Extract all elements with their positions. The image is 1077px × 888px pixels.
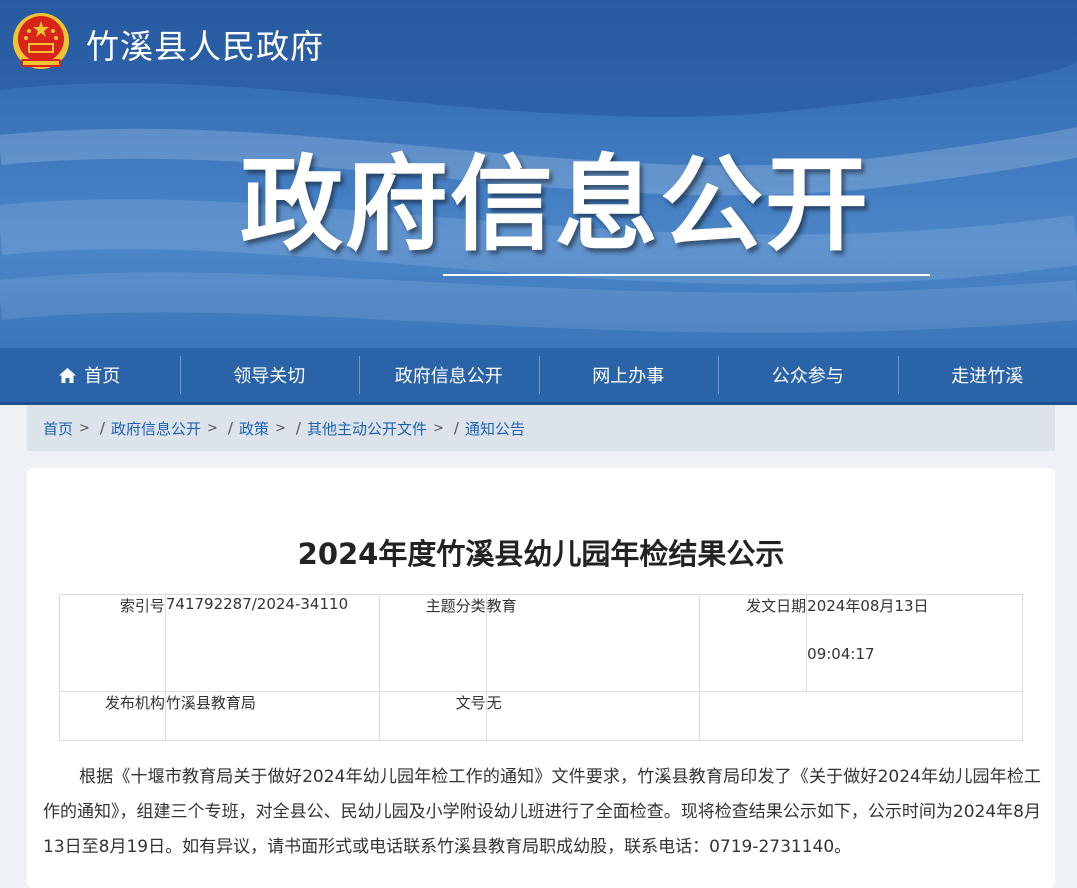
site-name: 竹溪县人民政府 bbox=[86, 20, 324, 68]
banner-title: 政府信息公开 bbox=[240, 150, 870, 260]
publisher-value: 竹溪县教育局 bbox=[165, 692, 379, 741]
nav-item-home[interactable]: 首页 bbox=[0, 348, 180, 402]
nav-item-label: 政府信息公开 bbox=[395, 362, 503, 388]
nav-item-gov-info[interactable]: 政府信息公开 bbox=[359, 348, 539, 402]
date-label: 发文日期 bbox=[700, 595, 807, 692]
document-title: 2024年度竹溪县幼儿园年检结果公示 bbox=[0, 531, 1077, 573]
breadcrumb-slash: / bbox=[454, 419, 459, 437]
breadcrumb-gov-info[interactable]: 政府信息公开 bbox=[111, 418, 201, 439]
header-banner: 竹溪县人民政府 政府信息公开 bbox=[0, 0, 1077, 348]
breadcrumb-home[interactable]: 首页 bbox=[43, 418, 73, 439]
nav-item-label: 首页 bbox=[84, 362, 120, 388]
breadcrumb-separator: > bbox=[433, 421, 444, 436]
breadcrumb-policy[interactable]: 政策 bbox=[239, 418, 269, 439]
national-emblem-icon bbox=[11, 11, 71, 73]
breadcrumb-slash: / bbox=[228, 419, 233, 437]
meta-row: 发布机构 竹溪县教育局 文号 无 bbox=[60, 692, 1023, 741]
meta-row: 索引号 741792287/2024-34110 主题分类 教育 发文日期 20… bbox=[60, 595, 1023, 692]
date-cell: 2024年08月13日 09:04:17 bbox=[807, 595, 1023, 692]
document-meta-table: 索引号 741792287/2024-34110 主题分类 教育 发文日期 20… bbox=[59, 594, 1023, 741]
docno-value: 无 bbox=[486, 692, 700, 741]
nav-item-about-zhuxi[interactable]: 走进竹溪 bbox=[898, 348, 1077, 402]
nav-item-label: 网上办事 bbox=[592, 362, 664, 388]
breadcrumb-separator: > bbox=[79, 421, 90, 436]
empty-cell bbox=[700, 692, 1023, 741]
nav-item-label: 走进竹溪 bbox=[951, 362, 1023, 388]
nav-item-online-service[interactable]: 网上办事 bbox=[539, 348, 719, 402]
breadcrumb: 首页 > / 政府信息公开 > / 政策 > / 其他主动公开文件 > / 通知… bbox=[27, 405, 1055, 451]
publisher-label: 发布机构 bbox=[60, 692, 166, 741]
breadcrumb-other-files[interactable]: 其他主动公开文件 bbox=[307, 418, 427, 439]
nav-item-label: 领导关切 bbox=[233, 362, 305, 388]
nav-item-label: 公众参与 bbox=[772, 362, 844, 388]
docno-label: 文号 bbox=[379, 692, 486, 741]
breadcrumb-slash: / bbox=[100, 419, 105, 437]
breadcrumb-notices[interactable]: 通知公告 bbox=[465, 418, 525, 439]
topic-label: 主题分类 bbox=[379, 595, 486, 692]
breadcrumb-slash: / bbox=[296, 419, 301, 437]
index-value: 741792287/2024-34110 bbox=[165, 595, 379, 692]
breadcrumb-separator: > bbox=[275, 421, 286, 436]
index-label: 索引号 bbox=[60, 595, 166, 692]
breadcrumb-separator: > bbox=[207, 421, 218, 436]
time-value: 09:04:17 bbox=[807, 645, 1022, 663]
date-value: 2024年08月13日 bbox=[807, 595, 1022, 616]
topic-value: 教育 bbox=[486, 595, 700, 692]
nav-item-public-participation[interactable]: 公众参与 bbox=[718, 348, 898, 402]
document-body: 根据《十堰市教育局关于做好2024年幼儿园年检工作的通知》文件要求，竹溪县教育局… bbox=[43, 760, 1041, 865]
banner-title-underline bbox=[443, 274, 930, 276]
home-icon bbox=[59, 368, 76, 383]
nav-item-leader-care[interactable]: 领导关切 bbox=[180, 348, 360, 402]
main-nav: 首页 领导关切 政府信息公开 网上办事 公众参与 走进竹溪 bbox=[0, 348, 1077, 405]
